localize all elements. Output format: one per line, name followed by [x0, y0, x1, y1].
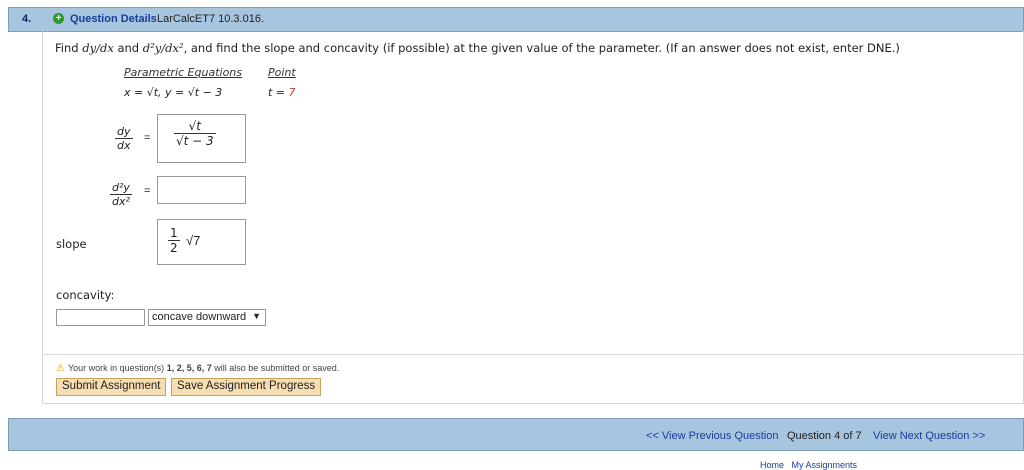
submit-warning: ⚠ Your work in question(s) 1, 2, 5, 6, 7 … [56, 363, 339, 374]
warning-icon: ⚠ [56, 363, 65, 374]
point-value: t = 7 [268, 86, 296, 99]
d2ydx2-fraction-label: d²y dx² [110, 181, 132, 208]
prompt-d2y: d²y/dx² [142, 41, 184, 55]
question-header: 4. + Question Details LarCalcET7 10.3.01… [8, 7, 1024, 32]
next-question-link[interactable]: View Next Question >> [873, 430, 985, 442]
point-t-label: t = [268, 86, 289, 99]
equals-sign: = [144, 132, 151, 144]
question-details-link[interactable]: Question Details [70, 13, 157, 25]
save-assignment-progress-button[interactable]: Save Assignment Progress [171, 378, 322, 396]
slope-radical: √7 [186, 233, 201, 248]
slope-answer-fraction: 1 2 [168, 226, 180, 255]
slope-numerator: 1 [168, 226, 180, 241]
question-counter: Question 4 of 7 [787, 430, 862, 442]
concavity-input[interactable] [56, 309, 145, 326]
question-id: LarCalcET7 10.3.016. [157, 13, 265, 25]
warning-text-post: will also be submitted or saved. [211, 363, 340, 373]
home-link[interactable]: Home [760, 460, 784, 470]
equals-sign-2: = [144, 185, 151, 197]
dydx-answer-box[interactable]: √t √t − 3 [157, 114, 246, 163]
d2ydx2-answer-box[interactable] [157, 176, 246, 204]
warning-question-list: 1, 2, 5, 6, 7 [166, 363, 212, 373]
dydx-answer-denominator: √t − 3 [176, 134, 214, 148]
parametric-equations: x = √t, y = √t − 3 [124, 86, 223, 99]
parametric-equations-header: Parametric Equations [124, 66, 243, 79]
bottom-links: Home My Assignments [760, 460, 857, 470]
concavity-label: concavity: [56, 288, 115, 302]
question-number: 4. [22, 13, 32, 25]
warning-text-pre: Your work in question(s) [67, 363, 167, 373]
d2y-numerator: d²y [110, 181, 132, 195]
prompt-text-1: Find [55, 41, 83, 55]
divider [43, 354, 1024, 355]
dydx-numerator: dy [115, 125, 133, 139]
question-body: Find dy/dx and d²y/dx², and find the slo… [42, 31, 1024, 404]
slope-answer-box[interactable]: 1 2 √7 [157, 219, 246, 265]
previous-question-link[interactable]: << View Previous Question [646, 430, 778, 442]
dydx-answer-numerator: √t [174, 119, 216, 134]
prompt-dydx: dy/dx [82, 41, 114, 55]
concavity-select[interactable]: concave downward ▼ [148, 309, 266, 326]
my-assignments-link[interactable]: My Assignments [792, 460, 858, 470]
prompt-text-2: and [113, 41, 143, 55]
slope-label: slope [56, 237, 87, 251]
dropdown-arrow-icon: ▼ [252, 311, 261, 321]
dydx-answer-fraction: √t √t − 3 [174, 119, 216, 148]
dydx-denominator: dx [117, 139, 131, 152]
slope-denominator: 2 [170, 241, 178, 255]
concavity-select-value: concave downward [152, 311, 247, 323]
question-prompt: Find dy/dx and d²y/dx², and find the slo… [55, 41, 900, 55]
expand-plus-icon[interactable]: + [53, 13, 64, 24]
question-nav-bar: << View Previous Question Question 4 of … [8, 418, 1024, 451]
point-header: Point [268, 66, 296, 79]
submit-assignment-button[interactable]: Submit Assignment [56, 378, 167, 396]
d2y-denominator: dx² [112, 195, 130, 208]
prompt-text-3: , and find the slope and concavity (if p… [183, 41, 900, 55]
dydx-fraction-label: dy dx [115, 125, 133, 152]
point-t-value: 7 [288, 86, 296, 99]
